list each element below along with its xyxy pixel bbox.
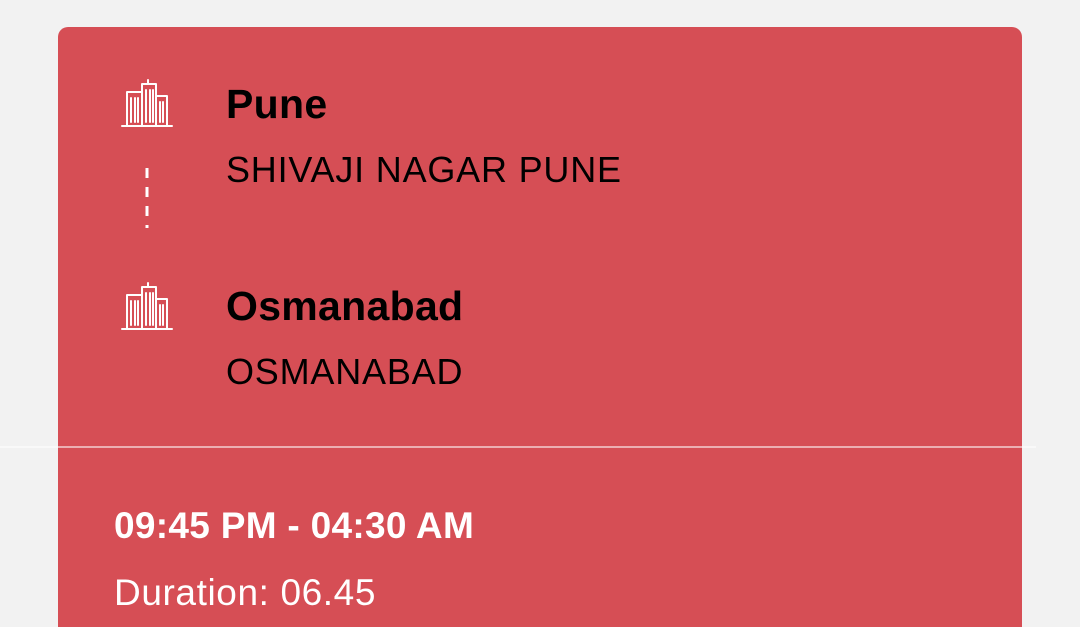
origin-stop: SHIVAJI NAGAR PUNE bbox=[226, 149, 622, 190]
trip-duration: Duration: 06.45 bbox=[114, 574, 376, 611]
departure-arrival-time: 09:45 PM - 04:30 AM bbox=[114, 505, 475, 546]
destination-city: Osmanabad bbox=[226, 283, 464, 329]
origin-city: Pune bbox=[226, 81, 328, 127]
origin-building-icon bbox=[120, 78, 174, 128]
route-connector-dashes bbox=[145, 168, 149, 228]
destination-stop: OSMANABAD bbox=[226, 351, 464, 392]
destination-building-icon bbox=[120, 281, 174, 331]
card-divider bbox=[0, 446, 1036, 448]
